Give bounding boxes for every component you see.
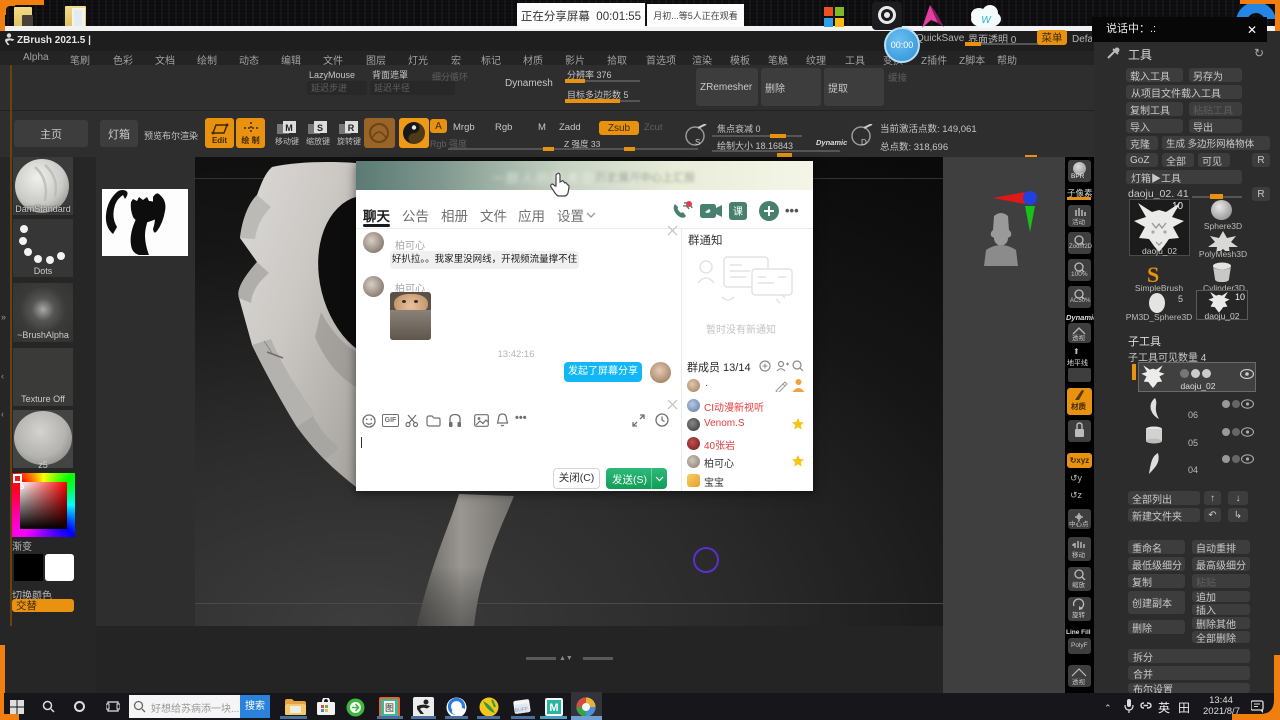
svg-text:M: M (285, 123, 293, 133)
svg-text:S: S (695, 138, 700, 147)
svg-text:R: R (348, 123, 355, 133)
svg-text:图: 图 (385, 703, 394, 713)
svg-text:S: S (317, 123, 323, 133)
svg-text:W: W (981, 15, 992, 26)
svg-text:课: 课 (733, 206, 743, 218)
svg-text:D: D (861, 138, 867, 147)
svg-text:M: M (549, 702, 558, 714)
svg-text:BUFF: BUFF (515, 706, 529, 714)
